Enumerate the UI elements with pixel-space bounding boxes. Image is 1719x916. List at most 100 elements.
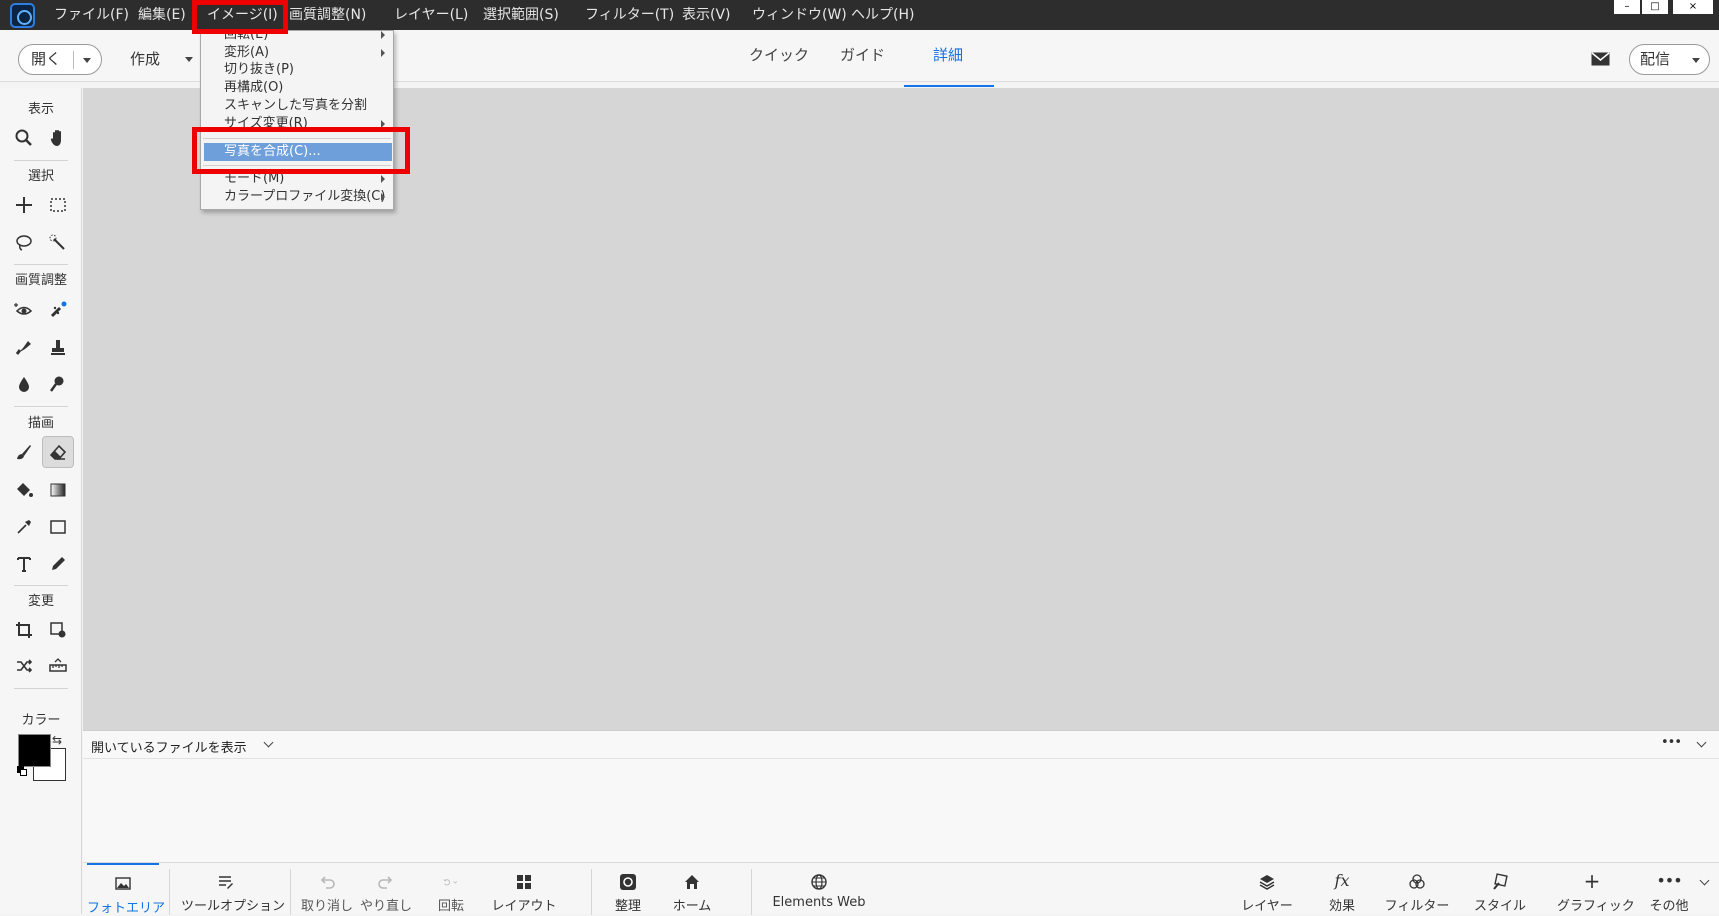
menu-edit[interactable]: 編集(E) [138, 4, 186, 24]
menu-view[interactable]: 表示(V) [682, 4, 731, 24]
menu-item-label: モード(M) [224, 171, 285, 186]
menu-window[interactable]: ウィンドウ(W) [752, 4, 847, 24]
more-icon: ••• [1656, 871, 1682, 890]
share-button[interactable]: 配信 [1629, 44, 1710, 75]
eraser-icon[interactable] [42, 436, 74, 468]
foreground-color-swatch[interactable] [18, 734, 51, 767]
menu-item-resize[interactable]: サイズ変更(R) [201, 115, 393, 133]
menu-select[interactable]: 選択範囲(S) [483, 4, 559, 24]
close-button[interactable]: × [1673, 0, 1713, 14]
filters-button[interactable]: フィルター [1384, 863, 1450, 915]
smart-brush-icon[interactable] [8, 331, 40, 363]
rectangle-icon[interactable] [42, 511, 74, 543]
create-button[interactable]: 作成 [130, 48, 160, 69]
menu-item-divide-scanned[interactable]: スキャンした写真を分割 [201, 97, 393, 115]
tool-options-icon [181, 869, 269, 893]
blur-icon[interactable] [8, 368, 40, 400]
marquee-icon[interactable] [42, 189, 74, 221]
recompose-icon[interactable] [42, 614, 74, 646]
menu-enhance[interactable]: 画質調整(N) [289, 4, 366, 24]
rotate-button[interactable]: 回転 [425, 863, 477, 915]
organizer-button[interactable]: 整理 [603, 863, 653, 915]
menu-item-transform[interactable]: 変形(A) [201, 44, 393, 62]
tool-separator [14, 264, 68, 265]
menu-item-recompose[interactable]: 再構成(O) [201, 79, 393, 97]
menu-item-mode[interactable]: モード(M) [201, 170, 393, 188]
effects-label: 効果 [1328, 899, 1355, 914]
quick-selection-icon[interactable] [42, 227, 74, 259]
taskbar-chevron-icon[interactable] [1699, 875, 1710, 886]
graphics-button[interactable]: + グラフィック [1557, 863, 1635, 915]
type-icon[interactable] [8, 548, 40, 580]
content-aware-move-icon[interactable] [8, 650, 40, 682]
home-button[interactable]: ホーム [667, 863, 717, 915]
styles-button[interactable]: スタイル [1473, 863, 1527, 915]
create-dropdown-icon[interactable] [185, 57, 193, 62]
photo-bin-button[interactable]: フォトエリア [87, 863, 165, 916]
gradient-icon[interactable] [42, 474, 74, 506]
move-icon[interactable] [8, 189, 40, 221]
effects-icon: fx [1334, 871, 1350, 890]
menu-file[interactable]: ファイル(F) [54, 4, 129, 24]
red-eye-icon[interactable] [8, 294, 40, 326]
menu-item-color-profile[interactable]: カラープロファイル変換(C) [201, 188, 393, 206]
layout-label: レイアウト [491, 899, 557, 914]
photo-bin: 開いているファイルを表示 ••• [83, 730, 1719, 862]
photo-bin-area[interactable] [83, 759, 1719, 863]
redo-button[interactable]: やり直し [360, 863, 412, 915]
menu-separator [203, 138, 391, 139]
layers-button[interactable]: レイヤー [1238, 863, 1296, 915]
crop-icon[interactable] [8, 614, 40, 646]
clone-stamp-icon[interactable] [42, 331, 74, 363]
undo-button[interactable]: 取り消し [301, 863, 353, 915]
tab-guided[interactable]: ガイド [840, 44, 885, 65]
section-modify-label: 変更 [27, 594, 54, 609]
pencil-icon[interactable] [42, 548, 74, 580]
menu-item-photomerge[interactable]: 写真を合成(C)... [204, 143, 392, 161]
menu-item-label: 変形(A) [224, 45, 270, 60]
photo-bin-more-icon[interactable]: ••• [1661, 735, 1682, 750]
default-colors-icon[interactable] [17, 766, 27, 776]
chevron-down-icon[interactable] [263, 737, 274, 748]
open-button[interactable]: 開く [18, 44, 102, 75]
open-dropdown-icon[interactable] [83, 58, 91, 63]
menu-item-rotate[interactable]: 回転(E) [201, 31, 393, 44]
eyedropper-icon[interactable] [8, 511, 40, 543]
effects-button[interactable]: fx 効果 [1319, 863, 1365, 915]
menu-item-crop[interactable]: 切り抜き(P) [201, 61, 393, 79]
paint-bucket-icon[interactable] [8, 474, 40, 506]
swap-colors-icon[interactable]: ⇆ [52, 733, 62, 747]
app-logo-icon[interactable] [10, 3, 35, 28]
straighten-icon[interactable] [42, 650, 74, 682]
tab-quick[interactable]: クイック [749, 44, 809, 65]
menu-image[interactable]: イメージ(I) [207, 4, 278, 24]
zoom-icon[interactable] [8, 122, 40, 154]
photo-bin-selector[interactable]: 開いているファイルを表示 [91, 737, 247, 756]
menu-help[interactable]: ヘルプ(H) [851, 4, 914, 24]
layout-button[interactable]: レイアウト [489, 863, 559, 915]
undo-icon [301, 869, 353, 893]
lasso-icon[interactable] [8, 227, 40, 259]
redo-icon [360, 869, 412, 893]
redo-label: やり直し [360, 899, 413, 914]
menu-filter[interactable]: フィルター(T) [585, 4, 674, 24]
tab-expert[interactable]: 詳細 [933, 44, 963, 65]
maximize-button[interactable]: □ [1642, 0, 1668, 14]
tool-options-button[interactable]: ツールオプション [181, 863, 285, 915]
collapse-bin-icon[interactable] [1696, 737, 1707, 748]
tool-separator [14, 160, 68, 161]
layers-label: レイヤー [1241, 899, 1293, 914]
elements-web-button[interactable]: Elements Web [769, 863, 869, 915]
elements-web-label: Elements Web [772, 895, 866, 910]
more-button[interactable]: ••• その他 [1645, 863, 1693, 915]
tool-separator [14, 688, 68, 689]
sponge-icon[interactable] [42, 368, 74, 400]
mail-icon[interactable] [1591, 52, 1610, 66]
minimize-button[interactable]: – [1614, 0, 1640, 14]
more-label: その他 [1649, 899, 1689, 914]
brush-icon[interactable] [8, 436, 40, 468]
menu-layer[interactable]: レイヤー(L) [394, 4, 468, 24]
hand-icon[interactable] [42, 122, 74, 154]
graphics-label: グラフィック [1557, 899, 1635, 914]
spot-healing-icon[interactable] [42, 294, 74, 326]
